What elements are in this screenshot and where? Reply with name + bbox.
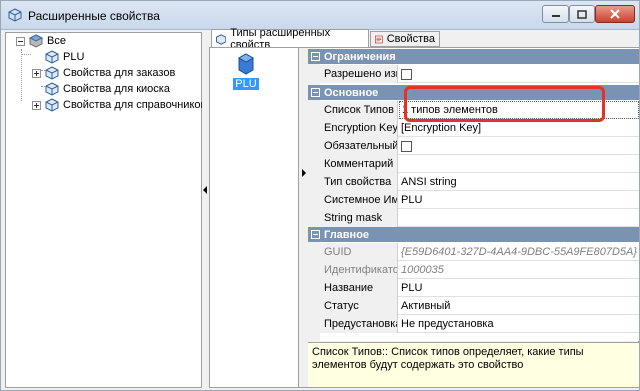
tree-item-label: Все [47, 35, 66, 47]
prop-name: Обязательный [308, 137, 398, 155]
properties-icon [375, 35, 383, 43]
cube-icon [45, 66, 59, 80]
prop-value[interactable]: PLU [399, 191, 639, 209]
tab-label: Свойства [386, 33, 435, 45]
category-tree[interactable]: Все PLU Свойства для заказов Свойства дл… [5, 32, 206, 388]
cube-large-icon [238, 53, 254, 75]
prop-value[interactable] [399, 137, 639, 155]
folder-cube-icon [28, 34, 44, 48]
prop-row-preset[interactable]: Предустановка Не предустановка [308, 315, 639, 333]
collapse-icon[interactable] [16, 36, 25, 46]
prop-value[interactable]: Не предустановка [399, 315, 639, 333]
cube-icon [8, 8, 22, 22]
prop-row-guid[interactable]: GUID {E59D6401-327D-4AA4-9DBC-55A9FE807D… [308, 243, 639, 261]
prop-value[interactable]: PLU [399, 279, 639, 297]
title-bar[interactable]: Расширенные свойства [1, 1, 639, 30]
prop-row-string-mask[interactable]: String mask [308, 209, 639, 227]
prop-value[interactable] [399, 65, 639, 83]
tree-item-plu[interactable]: PLU [44, 49, 84, 65]
category-general[interactable]: Главное [308, 227, 639, 242]
expand-right-icon[interactable] [302, 169, 306, 177]
checkbox[interactable] [401, 140, 412, 152]
cube-icon [45, 50, 59, 64]
prop-name: Статус [308, 297, 398, 315]
prop-row-system-name[interactable]: Системное Имя PLU [308, 191, 639, 209]
prop-row-property-type[interactable]: Тип свойства ANSI string [308, 173, 639, 191]
tab-content: PLU Ограничения Разрешено изм Основное С… [209, 47, 639, 388]
types-list-item-label: PLU [233, 78, 259, 90]
prop-row-status[interactable]: Статус Активный [308, 297, 639, 315]
tree-item-label: Свойства для киоска [63, 83, 170, 95]
prop-row-editable[interactable]: Разрешено изм [308, 65, 639, 83]
maximize-button[interactable] [569, 5, 595, 23]
close-button[interactable] [595, 5, 635, 23]
tree-item-label: Свойства для справочников [63, 99, 207, 111]
collapse-icon[interactable] [311, 230, 320, 239]
tree-connector [21, 49, 22, 101]
highlight-annotation [404, 86, 605, 122]
window-title: Расширенные свойства [28, 9, 160, 23]
prop-value[interactable]: Активный [399, 297, 639, 315]
close-icon [610, 9, 620, 19]
prop-value: {E59D6401-327D-4AA4-9DBC-55A9FE807D5A} [401, 246, 638, 258]
tab-properties[interactable]: Свойства [370, 31, 440, 47]
collapse-icon[interactable] [311, 88, 320, 97]
collapse-icon[interactable] [311, 52, 320, 61]
category-title: Главное [324, 228, 370, 241]
expand-icon[interactable] [32, 100, 41, 110]
minimize-button[interactable] [542, 5, 569, 23]
expand-icon[interactable] [32, 68, 41, 78]
types-list[interactable]: PLU [210, 48, 299, 387]
prop-row-identifier[interactable]: Идентификатор 1000035 [308, 261, 639, 279]
cube-icon [45, 98, 59, 112]
prop-name: Список Типов [308, 101, 398, 119]
maximize-icon [577, 9, 587, 19]
category-restrictions[interactable]: Ограничения [308, 49, 639, 64]
prop-name: String mask [308, 209, 398, 227]
middle-splitter[interactable] [299, 48, 308, 387]
tree-item-all[interactable]: Все [16, 33, 66, 49]
prop-name: Название [308, 279, 398, 297]
prop-value[interactable] [399, 155, 639, 173]
category-title: Ограничения [324, 50, 396, 63]
checkbox[interactable] [401, 68, 412, 80]
minimize-icon [551, 15, 560, 17]
prop-name: GUID [308, 243, 398, 261]
left-splitter[interactable] [202, 32, 208, 388]
prop-row-comment[interactable]: Комментарий [308, 155, 639, 173]
property-description: Список Типов:: Список типов определяет, … [308, 342, 639, 387]
tree-connector [21, 54, 31, 55]
prop-value: 1000035 [401, 264, 444, 276]
tree-item-kiosk[interactable]: Свойства для киоска [44, 81, 170, 97]
prop-name: Тип свойства [308, 173, 398, 191]
prop-name: Encryption Key [308, 119, 398, 137]
prop-name: Идентификатор [308, 261, 398, 279]
tab-property-types[interactable]: Типы расширенных свойств [211, 27, 369, 51]
cube-icon [45, 82, 59, 96]
prop-name: Системное Имя [308, 191, 398, 209]
tab-strip: Типы расширенных свойств Свойства [209, 27, 640, 51]
types-list-item[interactable]: PLU [231, 52, 261, 90]
tree-item-references[interactable]: Свойства для справочников [32, 97, 206, 113]
collapse-left-icon[interactable] [203, 186, 207, 194]
prop-value[interactable]: ANSI string [399, 173, 639, 191]
tree-item-orders[interactable]: Свойства для заказов [32, 65, 175, 81]
prop-name: Разрешено изм [308, 65, 398, 83]
prop-row-required[interactable]: Обязательный [308, 137, 639, 155]
property-grid[interactable]: Ограничения Разрешено изм Основное Списо… [308, 48, 639, 341]
tree-item-label: PLU [63, 51, 85, 63]
prop-value[interactable] [399, 209, 639, 227]
main-window: Расширенные свойства Все PLU Свойства дл… [0, 0, 640, 391]
category-title: Основное [324, 86, 379, 99]
tree-item-label: Свойства для заказов [63, 67, 176, 79]
cube-icon [216, 33, 227, 45]
prop-row-name[interactable]: Название PLU [308, 279, 639, 297]
prop-name: Комментарий [308, 155, 398, 173]
prop-name: Предустановка [308, 315, 398, 333]
